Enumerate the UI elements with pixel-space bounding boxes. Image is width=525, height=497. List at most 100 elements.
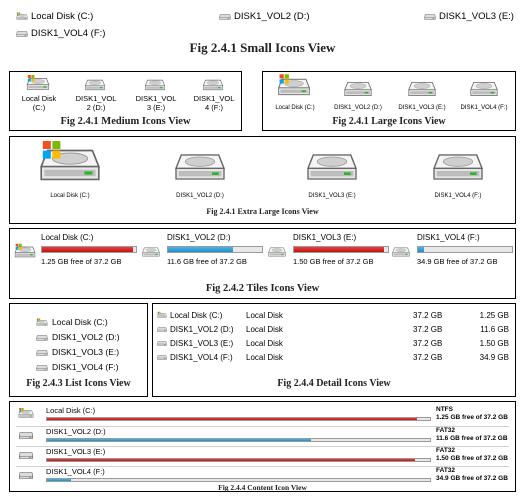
drive-label: DISK1_VOL4 (F:): [52, 362, 119, 372]
medium-item-c[interactable]: Local Disk (C:): [14, 74, 64, 114]
list-view: Local Disk (C:) DISK1_VOL2 (D:) DISK1_VO…: [9, 303, 148, 397]
medium-item-e[interactable]: DISK1_VOL 3 (E:): [130, 74, 182, 114]
tiles-view: Local Disk (C:) 1.25 GB free of 37.2 GB …: [9, 228, 516, 299]
system-drive-icon: [16, 12, 28, 22]
content-fs: FAT32: [436, 427, 456, 434]
large-item-e[interactable]: DISK1_VOL3 (E:): [391, 74, 453, 116]
drive-label-line1: Local Disk: [21, 94, 57, 103]
drive-icon: [157, 326, 167, 333]
tile-f[interactable]: DISK1_VOL4 (F:) 34.9 GB free of 37.2 GB: [390, 233, 514, 273]
system-drive-icon: [14, 243, 36, 261]
drive-icon: [466, 78, 502, 100]
content-name: DISK1_VOL2 (D:): [46, 427, 106, 436]
xlarge-item-f[interactable]: DISK1_VOL4 (F:): [408, 141, 508, 201]
content-free: 1.50 GB free of 37.2 GB: [436, 455, 508, 462]
drive-icon: [157, 340, 167, 347]
large-icons-view: Local Disk (C:) DISK1_VOL2 (D:) DISK1_VO…: [262, 71, 516, 131]
medium-icons-view: Local Disk (C:) DISK1_VOL 2 (D:) DISK1_V…: [9, 71, 242, 131]
detail-type: Local Disk: [246, 353, 283, 362]
xlarge-item-c[interactable]: Local Disk (C:): [20, 141, 120, 201]
content-view: Local Disk (C:) NTFS 1.25 GB free of 37.…: [9, 401, 516, 492]
tile-drive-name: Local Disk (C:): [41, 233, 94, 242]
drive-icon: [219, 13, 231, 21]
content-free: 1.25 GB free of 37.2 GB: [436, 414, 508, 421]
drive-icon: [36, 334, 48, 342]
content-fs: FAT32: [436, 447, 456, 454]
content-free: 11.6 GB free of 37.2 GB: [436, 435, 508, 442]
drive-label-line1: DISK1_VOL: [135, 94, 177, 103]
content-usage-bar: [46, 478, 431, 482]
medium-item-d[interactable]: DISK1_VOL 2 (D:): [70, 74, 122, 114]
drive-label-line2: 4 (F:): [205, 103, 223, 112]
tile-c[interactable]: Local Disk (C:) 1.25 GB free of 37.2 GB: [14, 233, 138, 273]
caption-large-icons: Fig 2.4.1 Large Icons View: [332, 116, 446, 127]
detail-type: Local Disk: [246, 339, 283, 348]
drive-icon: [162, 147, 238, 187]
caption-small-icons: Fig 2.4.1 Small Icons View: [189, 40, 336, 55]
tile-e[interactable]: DISK1_VOL3 (E:) 1.50 GB free of 37.2 GB: [266, 233, 390, 273]
large-item-c[interactable]: Local Disk (C:): [265, 74, 325, 116]
drive-icon: [420, 147, 496, 187]
medium-item-f[interactable]: DISK1_VOL 4 (F:): [188, 74, 240, 114]
detail-free: 1.25 GB: [479, 311, 509, 320]
system-drive-icon: [18, 408, 34, 420]
detail-total: 37.2 GB: [413, 339, 443, 348]
drive-label: DISK1_VOL4 (F:): [31, 28, 106, 39]
detail-row-e[interactable]: DISK1_VOL3 (E:) Local Disk 37.2 GB 1.50 …: [153, 338, 513, 351]
drive-icon: [390, 245, 412, 259]
drive-icon: [404, 78, 440, 100]
drive-icon: [140, 245, 162, 259]
system-drive-icon: [157, 311, 167, 320]
caption-list: Fig 2.4.3 List Icons View: [26, 378, 131, 389]
drive-icon: [36, 364, 48, 372]
content-fs: NTFS: [436, 406, 453, 413]
detail-name: DISK1_VOL2 (D:): [170, 325, 234, 334]
detail-name: DISK1_VOL3 (E:): [170, 339, 234, 348]
tile-usage-bar: [167, 246, 263, 253]
content-name: DISK1_VOL3 (E:): [46, 447, 106, 456]
tile-free-space: 1.50 GB free of 37.2 GB: [293, 257, 374, 266]
drive-icon: [424, 13, 436, 21]
xlarge-item-e[interactable]: DISK1_VOL3 (E:): [282, 141, 382, 201]
drive-label: Local Disk (C:): [31, 11, 94, 22]
drive-label-line2: 2 (D:): [86, 103, 106, 112]
drive-icon: [200, 77, 226, 93]
drive-icon: [82, 77, 108, 93]
drive-label-line1: DISK1_VOL: [75, 94, 117, 103]
drive-icon: [18, 471, 34, 480]
caption-detail: Fig 2.4.4 Detail Icons View: [277, 378, 391, 389]
content-usage-bar: [46, 458, 431, 462]
drive-label: Local Disk (C:): [275, 105, 315, 111]
tile-free-space: 34.9 GB free of 37.2 GB: [417, 257, 498, 266]
drive-label-line2: (C:): [32, 103, 46, 112]
drive-label: Local Disk (C:): [50, 193, 90, 199]
drive-label-line1: DISK1_VOL: [193, 94, 235, 103]
content-row-c[interactable]: Local Disk (C:) NTFS 1.25 GB free of 37.…: [10, 406, 513, 424]
drive-label: Local Disk (C:): [52, 317, 108, 327]
large-item-d[interactable]: DISK1_VOL2 (D:): [327, 74, 389, 116]
xlarge-item-d[interactable]: DISK1_VOL2 (D:): [150, 141, 250, 201]
content-row-d[interactable]: DISK1_VOL2 (D:) FAT32 11.6 GB free of 37…: [10, 427, 513, 445]
drive-label: DISK1_VOL3 (E:): [52, 347, 120, 357]
detail-free: 1.50 GB: [479, 339, 509, 348]
small-icons-view: Local Disk (C:) DISK1_VOL2 (D:) DISK1_VO…: [0, 0, 525, 62]
detail-row-c[interactable]: Local Disk (C:) Local Disk 37.2 GB 1.25 …: [153, 310, 513, 323]
tile-d[interactable]: DISK1_VOL2 (D:) 11.6 GB free of 37.2 GB: [140, 233, 264, 273]
large-item-f[interactable]: DISK1_VOL4 (F:): [453, 74, 515, 116]
detail-name: DISK1_VOL4 (F:): [170, 353, 233, 362]
content-fs: FAT32: [436, 467, 456, 474]
drive-icon: [294, 147, 370, 187]
caption-extra-large-icons: Fig 2.4.1 Extra Large Icons View: [206, 207, 319, 216]
detail-row-d[interactable]: DISK1_VOL2 (D:) Local Disk 37.2 GB 11.6 …: [153, 324, 513, 337]
drive-icon: [266, 245, 288, 259]
detail-row-f[interactable]: DISK1_VOL4 (F:) Local Disk 37.2 GB 34.9 …: [153, 352, 513, 365]
tile-free-space: 1.25 GB free of 37.2 GB: [41, 257, 122, 266]
drive-label: DISK1_VOL2 (D:): [176, 193, 224, 199]
detail-total: 37.2 GB: [413, 311, 443, 320]
tile-usage-bar: [41, 246, 137, 253]
tile-drive-name: DISK1_VOL3 (E:): [293, 233, 357, 242]
drive-icon: [16, 30, 28, 38]
drive-icon: [18, 431, 34, 440]
content-name: DISK1_VOL4 (F:): [46, 467, 105, 476]
content-row-e[interactable]: DISK1_VOL3 (E:) FAT32 1.50 GB free of 37…: [10, 447, 513, 465]
